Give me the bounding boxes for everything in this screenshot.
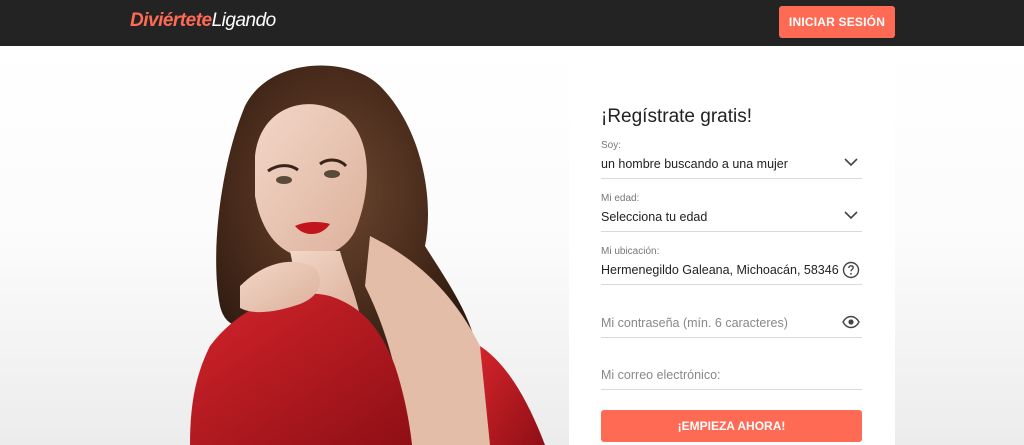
help-circle-icon[interactable] <box>842 261 860 279</box>
location-value: Hermenegildo Galeana, Michoacán, 58346 <box>601 263 839 277</box>
submit-button[interactable]: ¡EMPIEZA AHORA! <box>601 410 862 442</box>
logo[interactable]: DiviérteteLigando <box>130 10 276 32</box>
eye-icon[interactable] <box>842 313 860 331</box>
age-label: Mi edad: <box>601 193 640 204</box>
registration-panel: ¡Regístrate gratis! Soy: un hombre busca… <box>569 46 895 445</box>
password-field[interactable]: Mi contraseña (mín. 6 caracteres) <box>601 295 862 338</box>
gender-label: Soy: <box>601 140 622 151</box>
top-bar: DiviérteteLigando INICIAR SESIÓN <box>0 0 1024 46</box>
age-select[interactable]: Mi edad: Selecciona tu edad <box>601 189 862 232</box>
location-label: Mi ubicación: <box>601 246 660 257</box>
location-field[interactable]: Mi ubicación: Hermenegildo Galeana, Mich… <box>601 242 862 285</box>
login-button[interactable]: INICIAR SESIÓN <box>779 6 895 38</box>
hero-photo <box>190 65 545 445</box>
form-title: ¡Regístrate gratis! <box>601 106 752 127</box>
logo-part-1: Diviértete <box>130 10 212 31</box>
chevron-down-icon <box>844 211 858 220</box>
password-placeholder: Mi contraseña (mín. 6 caracteres) <box>601 316 788 330</box>
email-field[interactable]: Mi correo electrónico: <box>601 348 862 390</box>
email-placeholder: Mi correo electrónico: <box>601 368 721 382</box>
gender-value: un hombre buscando a una mujer <box>601 157 788 171</box>
logo-part-2: Ligando <box>211 10 277 31</box>
age-value: Selecciona tu edad <box>601 210 708 224</box>
chevron-down-icon <box>844 158 858 167</box>
gender-select[interactable]: Soy: un hombre buscando a una mujer <box>601 136 862 179</box>
